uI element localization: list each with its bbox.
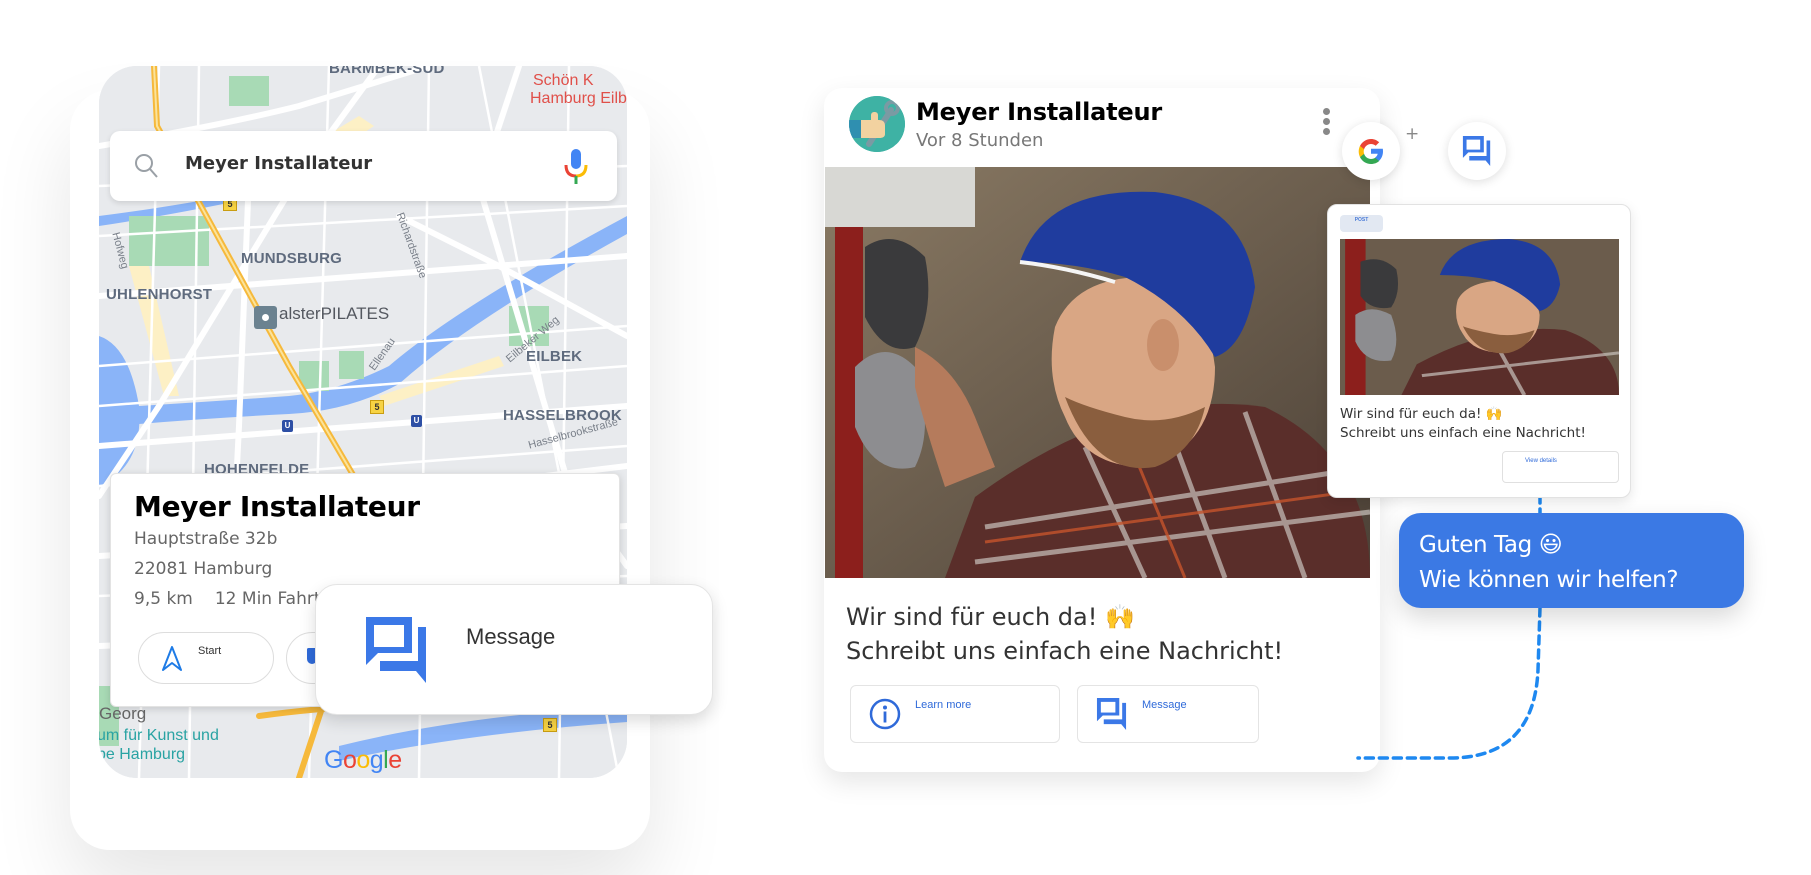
- connector-line: [1356, 606, 1542, 760]
- map-label-poi: Schön K: [533, 72, 594, 89]
- place-travel-info: 9,5 km 12 Min Fahrt: [134, 589, 343, 609]
- map-search-bar[interactable]: Meyer Installateur: [110, 131, 617, 201]
- chat-bubbles-icon: [366, 617, 426, 683]
- start-navigation-button[interactable]: Start: [138, 632, 274, 684]
- mini-post-text: Wir sind für euch da! 🙌 Schreibt uns ein…: [1340, 405, 1586, 443]
- map-label-area: Georg: [99, 704, 147, 723]
- microphone-icon[interactable]: [564, 149, 588, 185]
- chat-bubbles-icon: [1096, 698, 1127, 730]
- google-logo-letter: G: [324, 746, 343, 774]
- plumber-photo-thumbnail: [1340, 239, 1619, 395]
- google-logo-letter: g: [369, 746, 384, 774]
- mini-post-preview: POST Wir sind für euch da! 🙌 Schreibt un…: [1327, 204, 1631, 498]
- business-post-card: Meyer Installateur Vor 8 Stunden Wir sin…: [824, 88, 1380, 772]
- poi-marker-icon[interactable]: [254, 306, 277, 329]
- post-text-line: Schreibt uns einfach eine Nachricht!: [846, 637, 1284, 665]
- more-options-icon[interactable]: [1321, 108, 1331, 140]
- chat-message-text: Guten Tag 😃 Wie können wir helfen?: [1419, 528, 1679, 598]
- route-badge: 5: [370, 400, 384, 414]
- message-label: Message: [466, 624, 556, 649]
- business-avatar: [849, 96, 905, 152]
- place-name: Meyer Installateur: [134, 490, 420, 523]
- view-details-label: View details: [1525, 458, 1557, 464]
- post-tag: POST: [1340, 215, 1383, 232]
- post-photo: [825, 167, 1370, 578]
- map-label-poi: Hamburg Eilb: [530, 90, 627, 107]
- map-label-museum: be Hamburg: [99, 746, 186, 763]
- route-badge: 5: [543, 718, 557, 732]
- plus-sign: +: [1405, 124, 1420, 144]
- search-icon[interactable]: [134, 153, 158, 179]
- google-logo-letter: e: [388, 746, 402, 774]
- google-icon: [1358, 139, 1383, 164]
- map-label-museum: um für Kunst und: [99, 727, 219, 744]
- place-address-city: 22081 Hamburg: [134, 559, 273, 579]
- chat-question: Wie können wir helfen?: [1419, 567, 1679, 593]
- chat-greeting: Guten Tag 😃: [1419, 532, 1563, 558]
- google-logo-letter: o: [356, 746, 370, 774]
- learn-more-button[interactable]: Learn more: [850, 685, 1060, 743]
- google-logo: Google: [324, 746, 402, 775]
- navigation-arrow-icon: [162, 646, 182, 671]
- place-address-street: Hauptstraße 32b: [134, 529, 278, 549]
- business-messages-icon: [1462, 136, 1491, 166]
- subway-badge: U: [282, 420, 293, 432]
- business-messages-badge: [1448, 122, 1506, 180]
- business-name[interactable]: Meyer Installateur: [916, 98, 1162, 126]
- map-label-district: BARMBEK-SÜD: [329, 66, 445, 77]
- chat-message-bubble: Guten Tag 😃 Wie können wir helfen?: [1399, 513, 1744, 608]
- map-label-district: UHLENHORST: [106, 286, 213, 303]
- map-label-poi-pilates[interactable]: alsterPILATES: [279, 304, 389, 324]
- mini-post-photo: [1340, 239, 1619, 395]
- place-drive-time: 12 Min Fahrt: [214, 589, 321, 609]
- place-distance: 9,5 km: [134, 589, 193, 609]
- map-label-district: EILBEK: [526, 348, 583, 365]
- search-input[interactable]: Meyer Installateur: [185, 153, 372, 174]
- google-integration-badge: [1342, 122, 1400, 180]
- post-text-line: Wir sind für euch da! 🙌: [846, 603, 1135, 631]
- post-body-text: Wir sind für euch da! 🙌 Schreibt uns ein…: [846, 600, 1283, 668]
- info-icon: [869, 698, 901, 730]
- message-action-button[interactable]: Message: [1077, 685, 1259, 743]
- view-details-button[interactable]: View details: [1502, 451, 1619, 483]
- map-label-district: MUNDSBURG: [241, 250, 342, 267]
- wrench-thumbs-up-icon: [849, 96, 905, 152]
- subway-badge: U: [411, 415, 422, 427]
- google-logo-letter: o: [342, 746, 357, 774]
- mini-post-text-line: Wir sind für euch da! 🙌: [1340, 406, 1503, 422]
- message-action-label: Message: [1142, 699, 1187, 711]
- post-timestamp: Vor 8 Stunden: [916, 130, 1044, 151]
- plumber-photo: [825, 167, 1370, 578]
- learn-more-label: Learn more: [915, 699, 972, 711]
- mini-post-text-line: Schreibt uns einfach eine Nachricht!: [1340, 425, 1586, 441]
- message-button-popup[interactable]: Message: [315, 584, 713, 715]
- start-label: Start: [198, 645, 222, 657]
